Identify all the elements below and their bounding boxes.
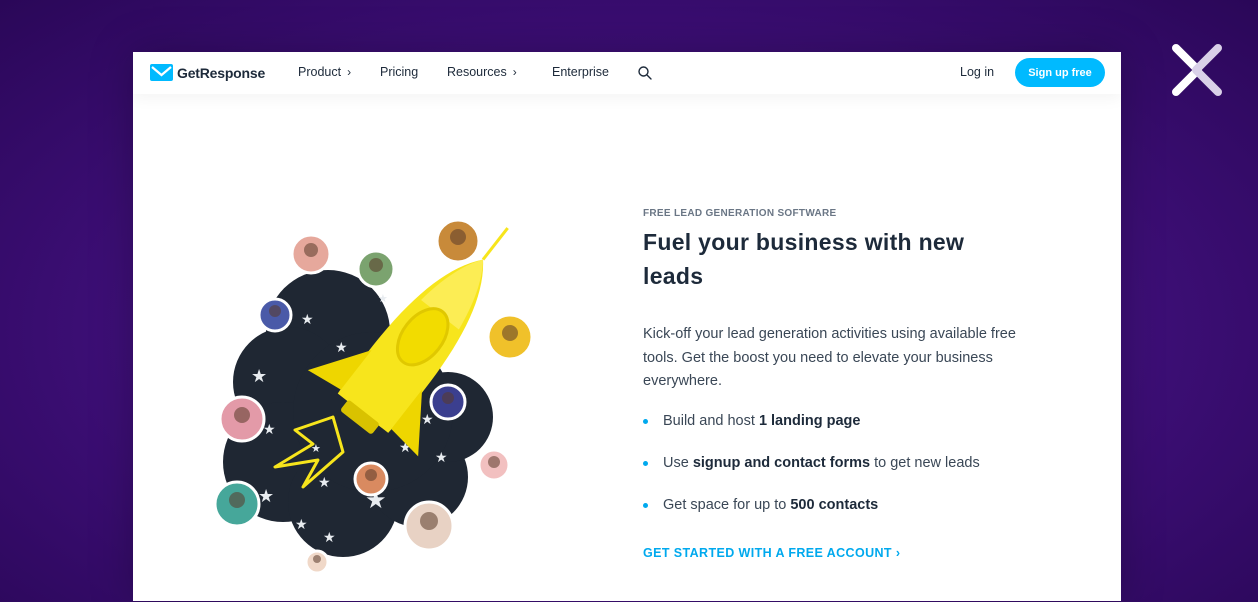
hero-description: Kick-off your lead generation activities… [643,326,1016,389]
svg-text:★: ★ [335,340,348,356]
chevron-right-icon: › [347,65,352,79]
nav-item-enterprise[interactable]: Enterprise [552,65,609,79]
nav-item-product[interactable]: Product › [298,65,351,79]
svg-text:★: ★ [295,517,308,533]
svg-text:★: ★ [378,292,388,305]
svg-text:★: ★ [251,366,267,387]
svg-text:★: ★ [301,312,314,328]
hero-content: FREE LEAD GENERATION SOFTWARE Fuel your … [643,208,1023,537]
list-item: Get space for up to 500 contacts [643,495,1023,515]
svg-text:★: ★ [421,412,434,428]
top-navigation: GetResponse Product › Pricing Resources … [133,52,1121,94]
browser-page: GetResponse Product › Pricing Resources … [133,52,1121,601]
rocket-illustration: ★ ★ ★ ★ ★ ★ ★ ★ ★ ★ ★ ★ ★ ★ ★ [213,218,534,572]
nav-item-resources[interactable]: Resources › [447,65,517,79]
login-link[interactable]: Log in [960,65,994,79]
svg-text:★: ★ [318,475,331,491]
brand-logo[interactable]: GetResponse [150,64,265,81]
list-item: Use signup and contact forms to get new … [643,453,1023,473]
brand-name: GetResponse [177,64,266,81]
signup-button[interactable]: Sign up free [1015,58,1105,87]
nav-item-pricing[interactable]: Pricing [380,65,418,79]
brand-x-icon [1172,44,1222,96]
get-started-link[interactable]: GET STARTED WITH A FREE ACCOUNT › [643,546,900,560]
svg-text:★: ★ [435,450,448,466]
svg-text:★: ★ [263,422,276,438]
search-icon[interactable] [637,65,653,81]
svg-text:★: ★ [323,530,336,546]
chevron-right-icon: › [512,65,517,79]
list-item: Build and host 1 landing page [643,411,1023,431]
hero-eyebrow: FREE LEAD GENERATION SOFTWARE [643,208,837,219]
feature-list: Build and host 1 landing page Use signup… [643,411,1023,515]
hero-headline: Fuel your business with new leads [643,229,965,289]
getresponse-logo-icon [150,64,173,81]
